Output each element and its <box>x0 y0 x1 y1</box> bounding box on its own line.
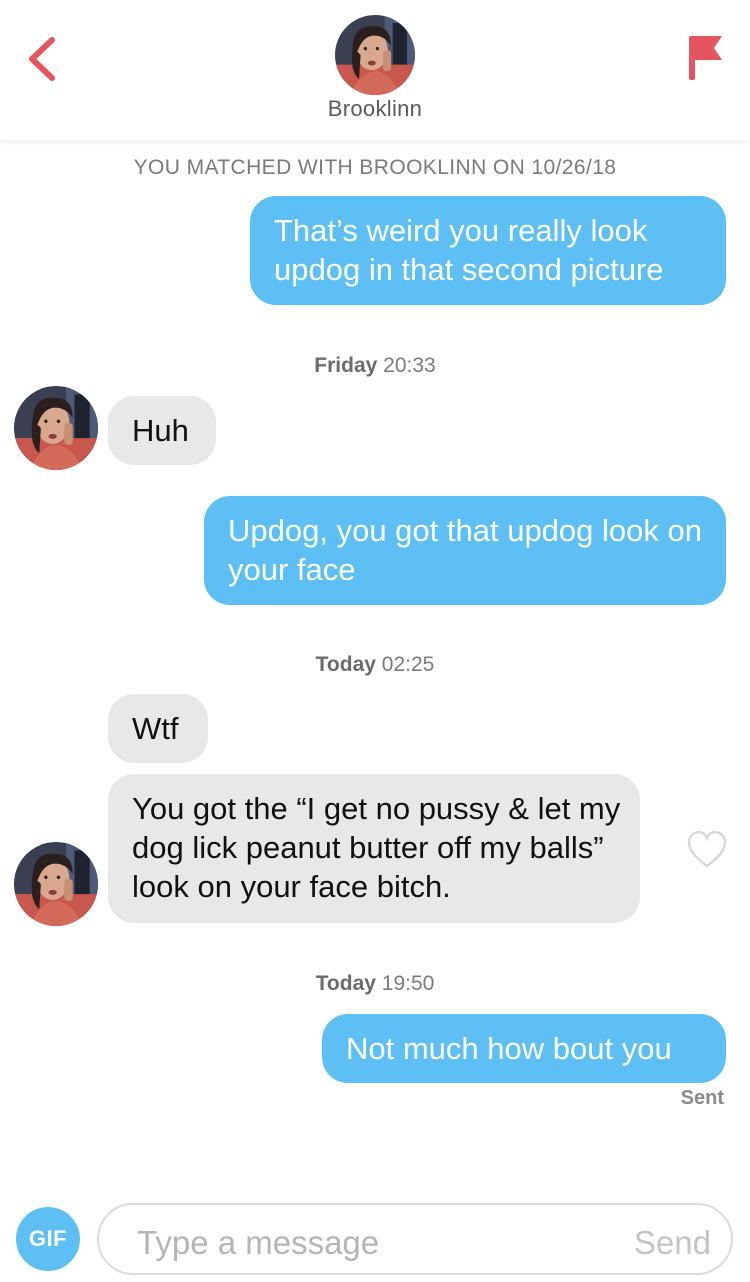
timestamp-time: 19:50 <box>381 972 435 995</box>
message-placeholder: Type a message <box>137 1224 380 1261</box>
gif-button[interactable]: GIF <box>16 1207 80 1271</box>
outgoing-message[interactable]: Updog, you got that updog look on your f… <box>204 496 726 605</box>
match-name[interactable]: Brooklinn <box>0 96 750 122</box>
timestamp-day: Friday <box>314 354 378 377</box>
timestamp-day: Today <box>315 972 376 995</box>
timestamp-time: 02:25 <box>381 653 435 676</box>
match-avatar[interactable] <box>335 15 415 95</box>
timestamp-time: 20:33 <box>383 354 436 377</box>
chevron-left-icon[interactable] <box>22 34 68 84</box>
flag-icon[interactable] <box>686 32 726 82</box>
heart-icon[interactable] <box>686 830 728 870</box>
incoming-message[interactable]: Wtf <box>108 694 208 763</box>
incoming-message[interactable]: Huh <box>108 396 216 465</box>
outgoing-message[interactable]: Not much how bout you <box>322 1014 726 1083</box>
chat-header: Brooklinn <box>0 0 750 140</box>
timestamp-day: Today <box>315 653 376 676</box>
incoming-message[interactable]: You got the “I get no pussy & let my dog… <box>108 774 640 923</box>
sender-avatar[interactable] <box>14 842 98 926</box>
matched-notice: YOU MATCHED WITH BROOKLINN ON 10/26/18 <box>133 156 617 179</box>
sender-avatar[interactable] <box>14 386 98 470</box>
timestamp: Today 19:50 <box>0 972 750 996</box>
timestamp: Friday 20:33 <box>0 354 750 378</box>
send-button[interactable]: Send <box>634 1224 711 1262</box>
outgoing-message[interactable]: That’s weird you really look updog in th… <box>250 196 726 305</box>
sent-status: Sent <box>680 1087 724 1109</box>
timestamp: Today 02:25 <box>0 653 750 677</box>
message-input[interactable]: Type a message Send <box>97 1203 733 1275</box>
